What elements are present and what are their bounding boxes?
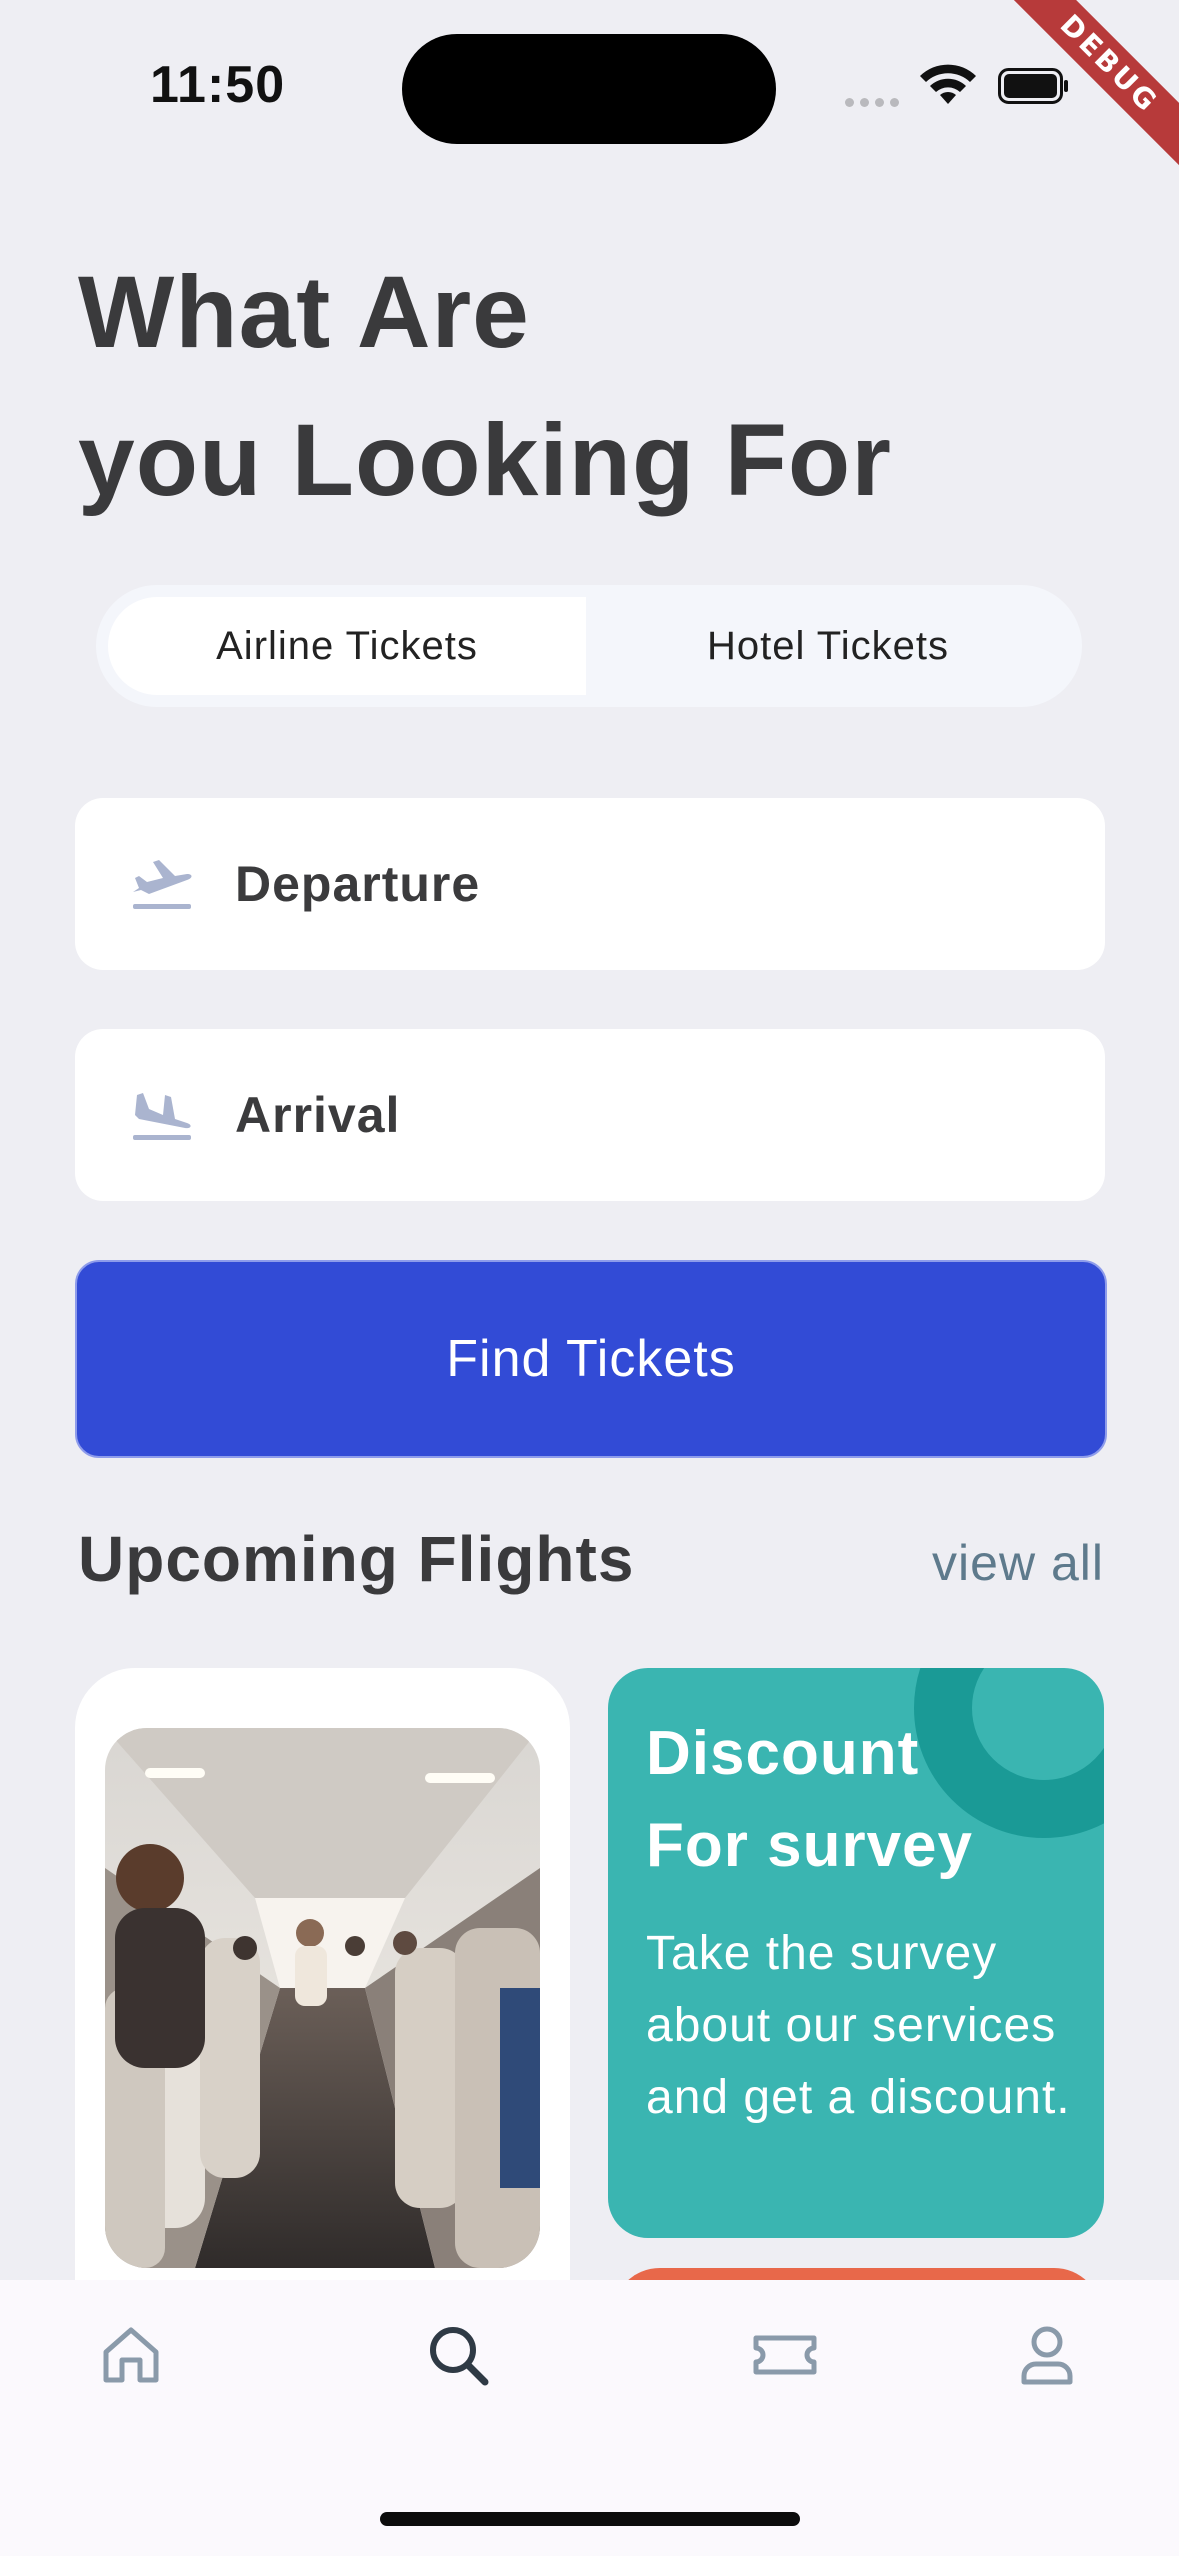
plane-landing-icon (133, 1093, 191, 1140)
page-title-line2: you Looking For (78, 403, 892, 517)
home-indicator[interactable] (380, 2512, 800, 2526)
upcoming-flights-title: Upcoming Flights (78, 1523, 635, 1595)
airplane-cabin-image (105, 1728, 540, 2268)
tab-hotel-tickets[interactable]: Hotel Tickets (586, 597, 1070, 695)
promo-title-line2: For survey (646, 1811, 974, 1880)
departure-field[interactable]: Departure (75, 798, 1105, 970)
cellular-signal-icon (845, 94, 905, 107)
find-tickets-button[interactable]: Find Tickets (75, 1260, 1107, 1458)
arrival-field[interactable]: Arrival (75, 1029, 1105, 1201)
departure-label: Departure (235, 856, 481, 912)
battery-icon (998, 68, 1068, 104)
status-time: 11:50 (150, 56, 286, 114)
promo-description: Take the survey about our services and g… (646, 1927, 1071, 2124)
page-title: What Are you Looking For (78, 238, 892, 534)
promo-title: Discount For survey (646, 1708, 973, 1892)
plane-takeoff-icon (133, 860, 192, 909)
page-title-line1: What Are (78, 255, 530, 369)
ticket-type-segmented-control: Airline Tickets Hotel Tickets (96, 585, 1082, 707)
discount-survey-card[interactable]: Discount For survey Take the survey abou… (608, 1668, 1104, 2238)
profile-icon[interactable] (1012, 2320, 1082, 2390)
promo-title-line1: Discount (646, 1719, 920, 1788)
search-icon[interactable] (423, 2320, 493, 2390)
dynamic-island (402, 34, 776, 144)
arrival-label: Arrival (235, 1087, 401, 1143)
wifi-icon (920, 64, 976, 104)
ticket-icon[interactable] (750, 2320, 820, 2390)
home-icon[interactable] (96, 2320, 166, 2390)
view-all-link[interactable]: view all (932, 1534, 1104, 1592)
tab-airline-tickets[interactable]: Airline Tickets (108, 597, 586, 695)
